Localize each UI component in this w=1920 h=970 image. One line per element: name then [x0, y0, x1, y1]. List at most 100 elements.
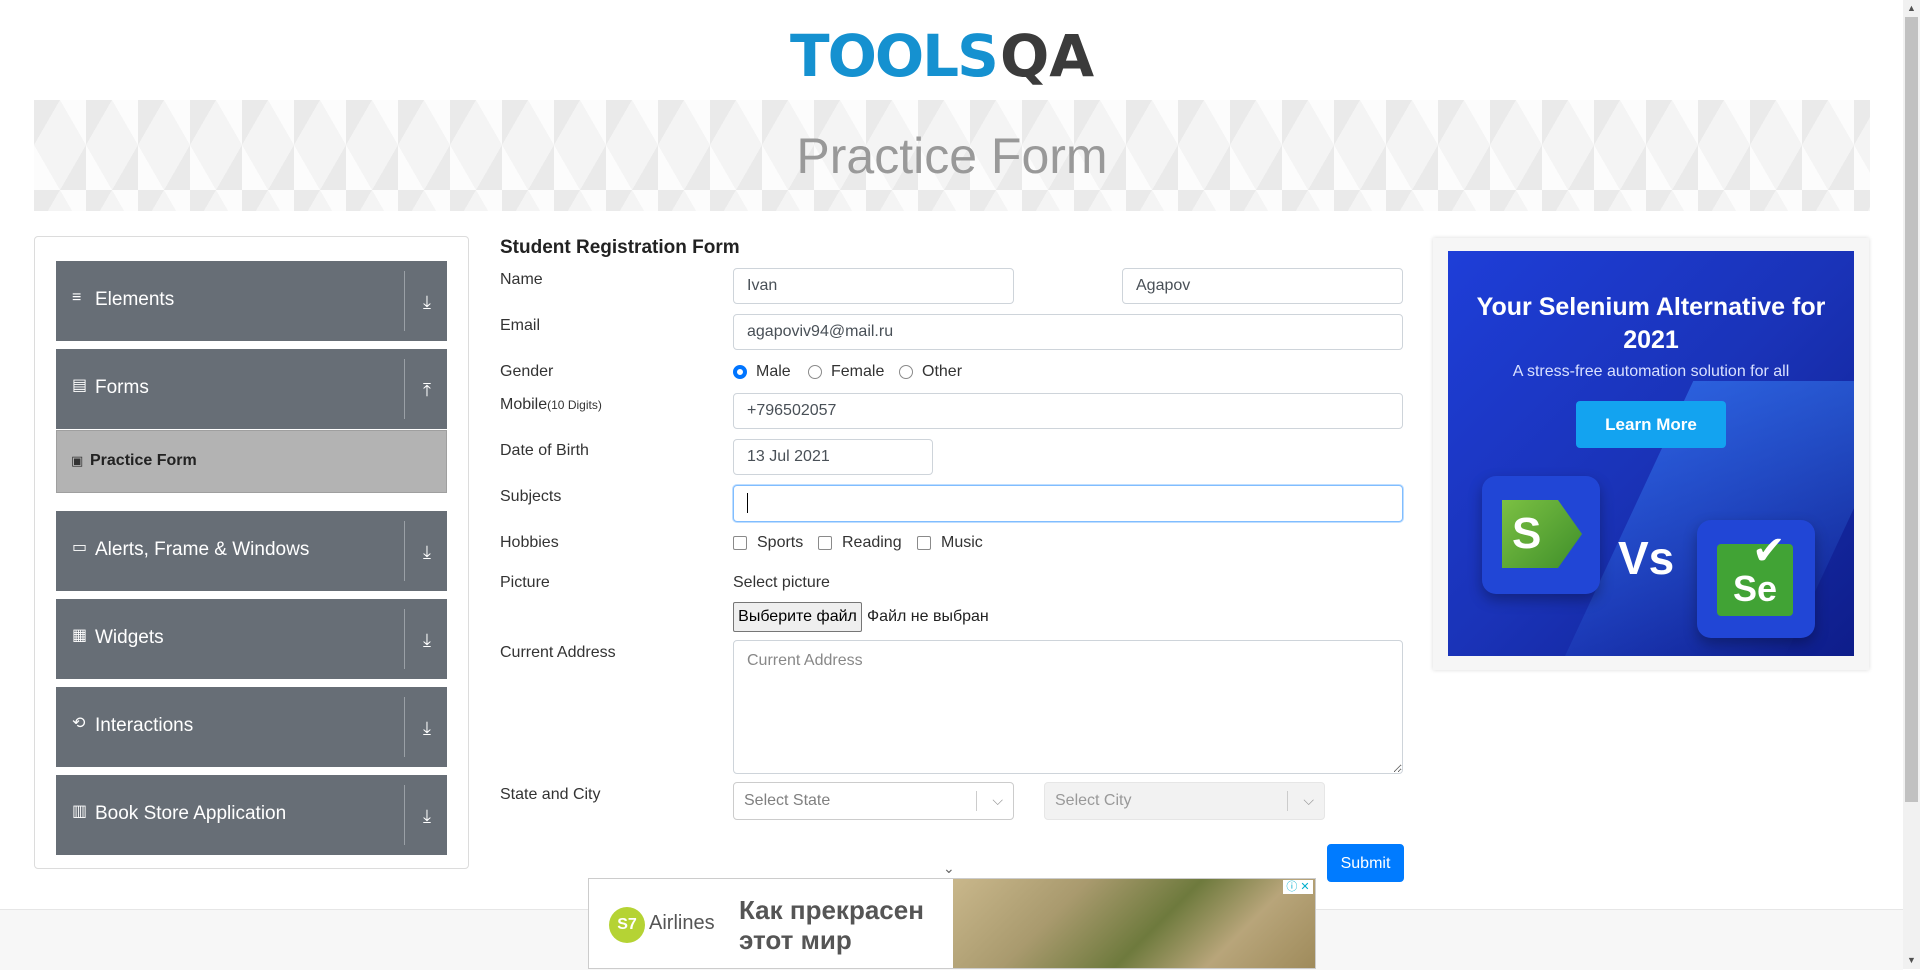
chevron-down-icon[interactable]: ⌵ [1303, 792, 1314, 809]
ad-brand: Airlines [649, 912, 715, 934]
scroll-up-arrow-icon[interactable]: ▲ [1903, 0, 1920, 17]
ad-text: Как прекрасен этот мир [739, 895, 924, 955]
select-divider [1287, 791, 1288, 811]
practice-form-icon: ▣ [71, 453, 84, 468]
ad-text-area: S7 Airlines Как прекрасен этот мир [589, 879, 953, 968]
window-icon: ▭ [72, 539, 88, 556]
sidebar-group-elements[interactable]: ≡ Elements ⤓ [56, 261, 447, 341]
checkbox-label: Sports [757, 534, 804, 551]
widgets-icon: ▦ [72, 627, 88, 644]
address-label: Current Address [500, 644, 616, 661]
sidebar-group-widgets[interactable]: ▦ Widgets ⤓ [56, 599, 447, 679]
expand-arrow-icon[interactable]: ⤓ [416, 629, 438, 651]
hobby-sports-checkbox[interactable]: Sports [733, 534, 803, 552]
ad-text-line: этот мир [739, 925, 852, 955]
sidebar-item-label: Practice Form [90, 452, 197, 469]
radio-selected-icon [733, 365, 747, 379]
chevron-down-icon[interactable]: ⌄ [943, 860, 955, 877]
chevron-down-icon[interactable]: ⌵ [992, 792, 1003, 809]
sidebar-group-label: Book Store Application [95, 803, 287, 824]
checkbox-icon [733, 536, 747, 550]
last-name-input[interactable]: Agapov [1122, 268, 1403, 304]
sidebar: ≡ Elements ⤓ ▤ Forms ⤒ ▣ Practice Form ▭… [34, 236, 469, 869]
sidebar-group-bookstore[interactable]: ▥ Book Store Application ⤓ [56, 775, 447, 855]
interactions-icon: ⟲ [72, 715, 86, 732]
gender-male-radio[interactable]: Male [733, 363, 791, 381]
toolsqa-logo[interactable]: TOOLS QA [790, 14, 1120, 94]
gender-label: Gender [500, 363, 554, 380]
checkbox-label: Reading [842, 534, 902, 551]
radio-label: Male [756, 363, 791, 380]
sidebar-item-practice-form[interactable]: ▣ Practice Form [56, 430, 447, 493]
scroll-down-arrow-icon[interactable]: ▼ [1903, 952, 1920, 969]
gender-female-radio[interactable]: Female [808, 363, 884, 381]
checkmark-icon: ✔ [1752, 529, 1786, 573]
radio-icon [808, 365, 822, 379]
page-banner: Practice Form [34, 100, 1870, 211]
sidebar-group-interactions[interactable]: ⟲ Interactions ⤓ [56, 687, 447, 767]
sidebar-group-label: Widgets [95, 627, 164, 648]
ad-headline: Your Selenium Alternative for 2021 [1476, 293, 1826, 354]
vertical-scrollbar[interactable]: ▲ ▼ [1903, 0, 1920, 969]
choose-file-button[interactable]: Выберите файл [733, 602, 862, 632]
expand-arrow-icon[interactable]: ⤓ [416, 717, 438, 739]
state-select[interactable]: Select State ⌵ [733, 782, 1014, 820]
s7-logo-icon: S7 [609, 907, 645, 943]
scrollbar-thumb[interactable] [1905, 17, 1918, 802]
hobbies-label: Hobbies [500, 534, 559, 551]
mobile-label-text: Mobile [500, 396, 548, 413]
select-divider [976, 791, 977, 811]
radio-icon [899, 365, 913, 379]
ad-text-line: Как прекрасен [739, 895, 924, 925]
versus-text: Vs [1618, 532, 1675, 584]
page-title: Practice Form [796, 127, 1108, 184]
current-address-textarea[interactable] [733, 640, 1403, 774]
sidebar-group-label: Alerts, Frame & Windows [95, 539, 310, 560]
learn-more-button[interactable]: Learn More [1576, 401, 1726, 448]
gender-other-radio[interactable]: Other [899, 363, 962, 381]
file-status-text: Файл не выбран [867, 608, 989, 625]
checkbox-icon [917, 536, 931, 550]
select-picture-label: Select picture [733, 574, 830, 591]
list-icon: ≡ [72, 289, 82, 306]
city-select[interactable]: Select City ⌵ [1044, 782, 1325, 820]
katalon-logo-tile: S [1482, 476, 1600, 594]
email-label: Email [500, 317, 541, 334]
date-of-birth-input[interactable]: 13 Jul 2021 [733, 439, 933, 475]
sidebar-group-alerts[interactable]: ▭ Alerts, Frame & Windows ⤓ [56, 511, 447, 591]
katalon-logo-icon: S [1502, 500, 1582, 568]
checkbox-label: Music [941, 534, 983, 551]
ad-landscape-image [953, 879, 1315, 968]
mobile-input[interactable]: +796502057 [733, 393, 1403, 429]
email-input[interactable]: agapoviv94@mail.ru [733, 314, 1403, 350]
ad-subline: A stress-free automation solution for al… [1512, 363, 1790, 380]
expand-arrow-icon[interactable]: ⤓ [416, 805, 438, 827]
form-title: Student Registration Form [500, 237, 740, 258]
submit-button[interactable]: Submit [1327, 844, 1404, 882]
selenium-alternative-ad[interactable]: Your Selenium Alternative for 2021 A str… [1448, 251, 1854, 656]
mobile-hint: (10 Digits) [547, 398, 602, 412]
sidebar-group-label: Elements [95, 289, 175, 310]
hobby-music-checkbox[interactable]: Music [917, 534, 983, 552]
state-placeholder: Select State [744, 792, 831, 809]
mobile-label: Mobile(10 Digits) [500, 396, 602, 414]
picture-label: Picture [500, 574, 550, 591]
hobby-reading-checkbox[interactable]: Reading [818, 534, 902, 552]
group-divider [404, 521, 405, 581]
sidebar-group-forms[interactable]: ▤ Forms ⤒ [56, 349, 447, 429]
adchoices-close-icon[interactable]: ⓘ ✕ [1283, 880, 1313, 894]
books-icon: ▥ [72, 803, 88, 820]
bottom-banner-ad[interactable]: S7 Airlines Как прекрасен этот мир ⓘ ✕ [588, 878, 1316, 969]
sidebar-group-label: Interactions [95, 715, 194, 736]
subjects-input[interactable] [733, 485, 1403, 522]
group-divider [404, 697, 405, 757]
first-name-input[interactable]: Ivan [733, 268, 1014, 304]
logo-qa-text: QA [1000, 22, 1095, 90]
expand-arrow-icon[interactable]: ⤓ [416, 541, 438, 563]
group-divider [404, 359, 405, 419]
collapse-arrow-icon[interactable]: ⤒ [416, 379, 438, 401]
group-divider [404, 785, 405, 845]
expand-arrow-icon[interactable]: ⤓ [416, 291, 438, 313]
logo-tools-text: TOOLS [790, 22, 999, 90]
group-divider [404, 609, 405, 669]
